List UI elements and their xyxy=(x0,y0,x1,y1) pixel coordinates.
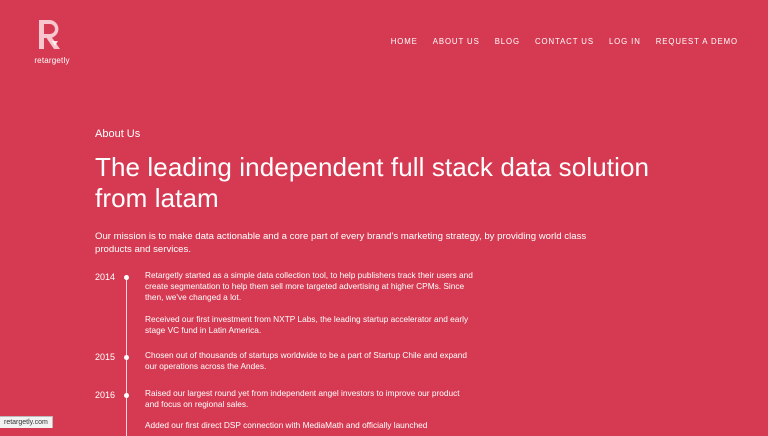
timeline-year: 2015 xyxy=(95,352,116,362)
timeline-entry: Retargetly started as a simple data coll… xyxy=(145,270,473,302)
nav-home[interactable]: HOME xyxy=(391,37,418,46)
retargetly-logo-icon xyxy=(39,20,60,49)
timeline-entry: Chosen out of thousands of startups worl… xyxy=(145,350,467,371)
timeline-year: 2014 xyxy=(95,272,116,282)
timeline-entry: Received our first investment from NXTP … xyxy=(145,314,469,335)
section-eyebrow: About Us xyxy=(95,128,141,140)
timeline-entry: Added our first direct DSP connection wi… xyxy=(145,420,428,430)
nav-log-in[interactable]: LOG IN xyxy=(609,37,641,46)
timeline-dot xyxy=(124,275,129,280)
nav-request-demo[interactable]: REQUEST A DEMO xyxy=(656,37,738,46)
nav-blog[interactable]: BLOG xyxy=(495,37,520,46)
timeline-entry: Raised our largest round yet from indepe… xyxy=(145,388,460,409)
main-nav: HOME ABOUT US BLOG CONTACT US LOG IN REQ… xyxy=(391,37,738,46)
nav-about-us[interactable]: ABOUT US xyxy=(433,37,480,46)
logo-text: retargetly xyxy=(34,56,70,65)
logo[interactable]: retargetly xyxy=(30,18,74,68)
timeline-year: 2016 xyxy=(95,390,116,400)
browser-status-bar: retargetly.com xyxy=(0,416,53,428)
timeline-dot xyxy=(124,393,129,398)
nav-contact-us[interactable]: CONTACT US xyxy=(535,37,594,46)
timeline-dot xyxy=(124,355,129,360)
about-intro: About Us The leading independent full st… xyxy=(95,128,695,256)
mission-statement: Our mission is to make data actionable a… xyxy=(95,231,587,255)
page-title: The leading independent full stack data … xyxy=(95,152,650,213)
